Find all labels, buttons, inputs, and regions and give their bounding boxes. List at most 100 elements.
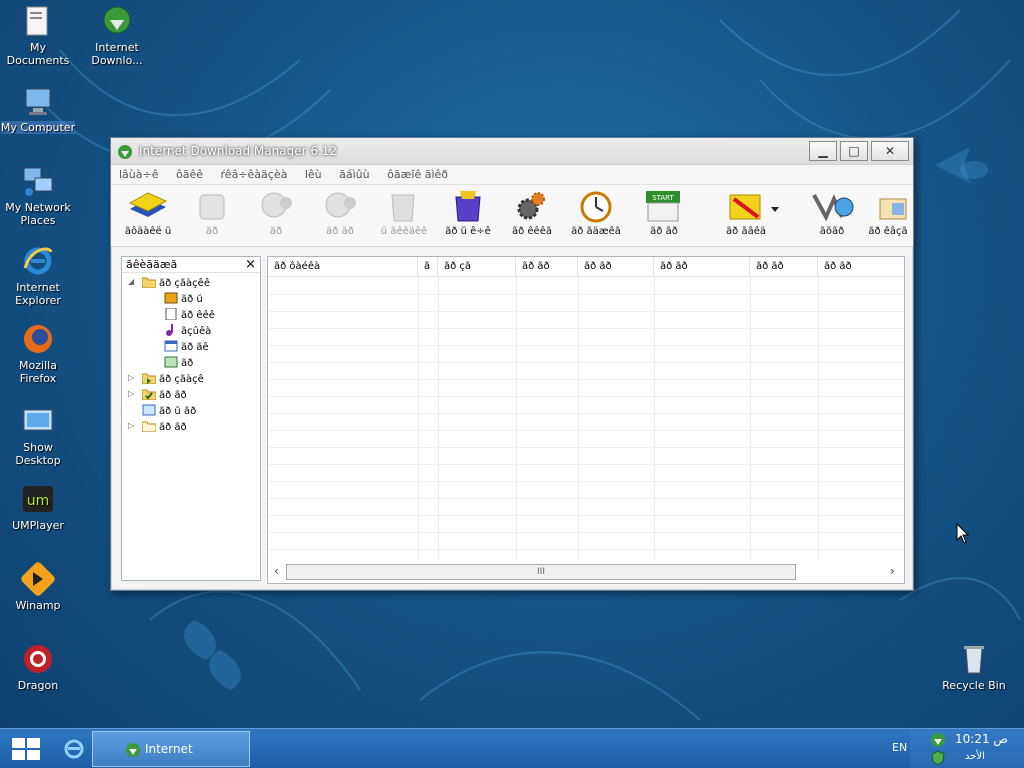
toolbar-grabber-button[interactable]: ãõãð [801, 187, 863, 239]
toolbar-stop-button[interactable]: ãð [245, 187, 307, 239]
tree-item-queues[interactable]: ãð ãð [141, 420, 187, 435]
toolbar-scheduler-button[interactable]: ãð ãäæêã [565, 187, 627, 239]
horizontal-scrollbar[interactable]: ‹ III › [268, 561, 904, 583]
collapse-icon[interactable]: ◢ [128, 277, 134, 286]
desktop-icon-my-network-places[interactable]: My Network Places [0, 164, 76, 227]
tree-item-finished[interactable]: ãð ãð [141, 388, 187, 403]
documents-folder-icon [21, 4, 55, 38]
document-icon [164, 307, 178, 321]
column-divider [418, 277, 419, 559]
row-divider [268, 379, 904, 380]
column-header-q[interactable]: ã [418, 257, 438, 277]
toolbar-start-queue-button[interactable]: START ãð ãð [633, 187, 695, 239]
column-header-file-name[interactable]: ãð ôàéêà [268, 257, 418, 277]
column-header-transfer-rate[interactable]: ãð ãð [654, 257, 750, 277]
categories-title: ãêèãäæã [126, 258, 178, 271]
row-divider [268, 549, 904, 550]
taskbar: Internet Downlo... EN 10:21 ص الأحد [0, 728, 1024, 768]
scroll-left-icon[interactable]: ‹ [274, 564, 279, 578]
download-list[interactable]: ãð ôàéêà ã ãð çã ãð ãð ãð ãð ãð ãð ãð ãð… [267, 256, 905, 584]
desktop-icon-mozilla-firefox[interactable]: Mozilla Firefox [0, 322, 76, 385]
start-queue-icon: START [642, 187, 686, 225]
expand-icon[interactable]: ▷ [128, 421, 134, 430]
desktop-icon-show-desktop[interactable]: Show Desktop [0, 404, 76, 467]
maximize-button[interactable]: □ [840, 141, 868, 161]
tree-item-grabber-projects[interactable]: ãð ŭ ãð [142, 404, 196, 419]
close-categories-button[interactable]: × [245, 257, 256, 272]
options-icon [510, 187, 554, 225]
tree-item-all-downloads[interactable]: ãð çãàçêê [141, 276, 210, 291]
toolbar-resume-button[interactable]: ãð [181, 187, 243, 239]
tree-item-programs[interactable]: ãð ãê [164, 340, 209, 355]
toolbar-options-button[interactable]: ãð êêêã [501, 187, 563, 239]
desktop-icon-winamp[interactable]: Winamp [0, 562, 76, 612]
stop-all-icon [318, 187, 362, 225]
desktop-icon-dragon[interactable]: Dragon [0, 642, 76, 692]
menu-item-file[interactable]: ôãêê [176, 165, 203, 185]
show-desktop-icon [21, 404, 55, 438]
expand-icon[interactable]: ▷ [128, 389, 134, 398]
tree-item-documents[interactable]: ãð êêê [164, 307, 215, 323]
minimize-button[interactable]: ▁ [809, 141, 837, 161]
stop-queue-icon [724, 187, 768, 225]
toolbar-label: ãð êêêã [511, 226, 552, 237]
scroll-right-icon[interactable]: › [890, 564, 895, 578]
menu-item-tasks[interactable]: lâùà÷ê [119, 165, 159, 185]
security-shield-icon[interactable] [930, 750, 946, 766]
idm-app-icon [118, 145, 132, 159]
idm-tray-icon[interactable] [930, 732, 946, 748]
tree-item-compressed[interactable]: ãð ŭ [164, 292, 203, 307]
taskbar-idm-button[interactable]: Internet Downlo... [92, 731, 250, 767]
desktop-icon-my-computer[interactable]: My Computer [0, 84, 76, 134]
column-header-description[interactable]: ãð ãð [818, 257, 904, 277]
desktop-icon-internet-download-manager[interactable]: Internet Downlo... [79, 4, 155, 67]
tree-item-unfinished[interactable]: ãð çãàçê [141, 372, 204, 387]
column-header-last-try[interactable]: ãð ãð [750, 257, 818, 277]
music-icon [164, 324, 178, 336]
folder-icon [141, 420, 157, 433]
idm-window[interactable]: Internet Download Manager 6.12 ▁ □ ✕ lâù… [110, 137, 914, 591]
language-indicator[interactable]: EN [892, 741, 907, 754]
desktop-icon-label: My Network Places [5, 201, 71, 227]
desktop-icon-umplayer[interactable]: um UMPlayer [0, 482, 76, 532]
window-titlebar[interactable]: Internet Download Manager 6.12 ▁ □ ✕ [111, 138, 913, 165]
chevron-down-icon[interactable] [771, 207, 779, 212]
toolbar-label: ãð ãð [326, 226, 354, 237]
desktop-icon-label: Internet Explorer [15, 281, 61, 307]
scroll-thumb[interactable]: III [286, 564, 796, 580]
toolbar-label: ãð êâçã [868, 226, 908, 237]
desktop-icon-label: Recycle Bin [942, 679, 1006, 692]
internet-explorer-icon [64, 739, 84, 759]
windows-logo-icon [12, 738, 40, 760]
desktop-icon-label: Mozilla Firefox [19, 359, 57, 385]
toolbar-stop-all-button[interactable]: ãð ãð [309, 187, 371, 239]
menu-item-registration[interactable]: ôãæîê ãìêð [387, 165, 448, 185]
toolbar-delete-button[interactable]: ŭ ãêêäêê [373, 187, 435, 239]
start-button[interactable] [8, 735, 44, 763]
column-header-size[interactable]: ãð çã [438, 257, 516, 277]
column-header-status[interactable]: ãð ãð [516, 257, 578, 277]
list-header: ãð ôàéêà ã ãð çã ãð ãð ãð ãð ãð ãð ãð ãð… [268, 257, 904, 277]
desktop-icon-recycle-bin[interactable]: Recycle Bin [936, 642, 1012, 692]
toolbar-stop-queue-button[interactable]: ãð ãâêä [715, 187, 779, 239]
column-header-time-left[interactable]: ãð ãð [578, 257, 654, 277]
tree-item-video[interactable]: ãð [164, 356, 193, 371]
toolbar-tell-friend-button[interactable]: ãð êâçã [863, 187, 913, 239]
expand-icon[interactable]: ▷ [128, 373, 134, 382]
tree-item-music[interactable]: ãçûêà [164, 324, 211, 339]
taskbar-internet-explorer-button[interactable] [62, 737, 86, 761]
delete-icon [382, 187, 426, 225]
menu-item-view[interactable]: lêù [305, 165, 322, 185]
desktop-icon-label: My Documents [6, 41, 70, 67]
desktop-icon-label: Dragon [17, 679, 59, 692]
desktop-icon-my-documents[interactable]: My Documents [0, 4, 76, 67]
desktop-icon-internet-explorer[interactable]: Internet Explorer [0, 244, 76, 307]
menu-item-downloads[interactable]: ŕêâ÷êàäçèà [221, 165, 288, 185]
clock-time[interactable]: 10:21 ص [955, 732, 1008, 746]
toolbar-add-url-button[interactable]: ãôäàêë ŭ [117, 187, 179, 239]
folder-check-icon [141, 388, 157, 401]
toolbar-delete-completed-button[interactable]: ãð ŭ ê÷ê [437, 187, 499, 239]
close-button[interactable]: ✕ [871, 141, 909, 161]
clock-date[interactable]: الأحد [965, 751, 985, 762]
menu-item-help[interactable]: ãáìûù [339, 165, 369, 185]
